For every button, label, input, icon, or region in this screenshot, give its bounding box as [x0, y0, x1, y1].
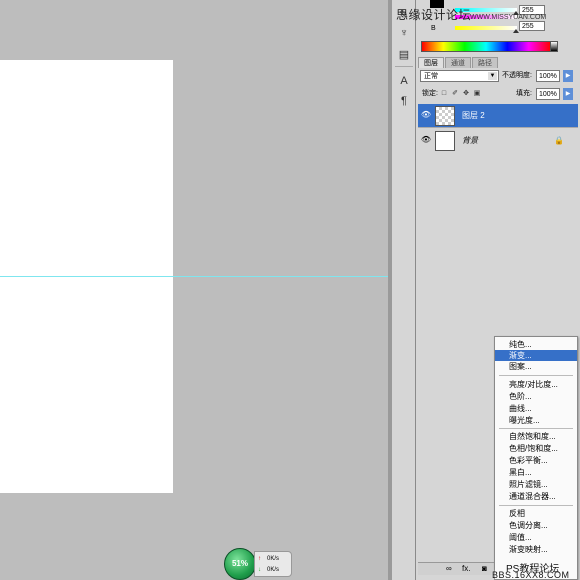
tab-channels[interactable]: 通道 — [445, 57, 471, 68]
lock-all-icon[interactable]: ▣ — [473, 90, 481, 98]
fill-arrow-button[interactable]: ▶ — [563, 88, 573, 100]
chevron-down-icon[interactable]: ▼ — [488, 72, 497, 80]
color-slider-b[interactable] — [455, 25, 519, 33]
opacity-input[interactable]: 100% — [536, 70, 560, 82]
network-speed-panel: ↑ 0K/s ↓ 0K/s — [254, 551, 292, 577]
tab-paths[interactable]: 路径 — [472, 57, 498, 68]
lock-pixels-icon[interactable]: ✐ — [451, 90, 459, 98]
download-speed: 0K/s — [267, 567, 280, 573]
upload-arrow-icon: ↑ — [258, 556, 261, 562]
menu-item[interactable]: 反相 — [495, 508, 577, 519]
slider-track — [455, 26, 517, 30]
lock-position-icon[interactable]: ✥ — [462, 90, 470, 98]
lock-options: □ ✐ ✥ ▣ — [440, 90, 481, 98]
add-mask-icon[interactable]: ◙ — [482, 563, 487, 575]
blend-mode-value: 正常 — [424, 73, 438, 80]
opacity-arrow-button[interactable]: ▶ — [563, 70, 573, 82]
document-canvas-area[interactable] — [0, 0, 388, 580]
eye-icon[interactable]: 👁 — [420, 109, 432, 121]
network-speed-widget[interactable]: 51% ↑ 0K/s ↓ 0K/s — [224, 548, 294, 580]
menu-separator — [499, 428, 573, 429]
panel-icon-strip: ✎ ♆ ▤ A ¶ — [392, 0, 416, 580]
menu-item[interactable]: 阈值... — [495, 532, 577, 543]
menu-item[interactable]: 曝光度... — [495, 415, 577, 426]
layer-name: 图层 2 — [462, 111, 485, 120]
forum-watermark-url: BBS.16XX8.COM — [492, 570, 570, 580]
menu-item[interactable]: 照片滤镜... — [495, 479, 577, 490]
blend-opacity-row: 正常 ▼ 不透明度: 100% ▶ — [418, 69, 578, 83]
menu-item[interactable]: 图案... — [495, 361, 577, 372]
lock-icon: 🔒 — [554, 136, 564, 145]
tool-presets-icon[interactable]: ▤ — [396, 48, 412, 62]
menu-item[interactable]: 黑白... — [495, 467, 577, 478]
color-value-b[interactable]: 255 — [519, 21, 545, 31]
layer-thumbnail — [435, 106, 455, 126]
site-watermark: 思缘设计论坛 — [396, 8, 472, 22]
layer-row-background[interactable]: 👁 背景 🔒 — [418, 129, 578, 153]
download-arrow-icon: ↓ — [258, 567, 261, 573]
horizontal-guide[interactable] — [0, 276, 388, 277]
menu-item[interactable]: 曲线... — [495, 403, 577, 414]
menu-separator — [499, 505, 573, 506]
paragraph-panel-icon[interactable]: ¶ — [396, 94, 412, 108]
menu-item[interactable]: 亮度/对比度... — [495, 379, 577, 390]
lock-label: 锁定: — [422, 90, 438, 97]
layer-row-2[interactable]: 👁 图层 2 — [418, 104, 578, 128]
lock-fill-row: 锁定: □ ✐ ✥ ▣ 填充: 100% ▶ — [418, 87, 578, 101]
character-panel-icon[interactable]: A — [396, 74, 412, 88]
fx-icon[interactable]: fx. — [462, 563, 470, 575]
menu-item[interactable]: 自然饱和度... — [495, 431, 577, 442]
menu-item[interactable]: 渐变... — [495, 350, 577, 361]
color-channel-b-label: B — [431, 25, 436, 32]
menu-item[interactable]: 渐变映射... — [495, 544, 577, 555]
opacity-label: 不透明度: — [502, 72, 532, 79]
menu-item[interactable]: 色彩平衡... — [495, 455, 577, 466]
menu-separator — [499, 375, 573, 376]
menu-item[interactable]: 色相/饱和度... — [495, 443, 577, 454]
layer-thumbnail — [435, 131, 455, 151]
upload-speed: 0K/s — [267, 556, 280, 562]
color-spectrum-bar[interactable] — [421, 41, 551, 52]
eye-icon[interactable]: 👁 — [420, 134, 432, 146]
strip-separator — [395, 66, 413, 67]
lock-transparency-icon[interactable]: □ — [440, 90, 448, 98]
adjustment-layer-menu: 纯色... 渐变... 图案... 亮度/对比度... 色阶... 曲线... … — [494, 336, 578, 580]
link-layers-icon[interactable]: ∞ — [446, 563, 452, 575]
clone-source-icon[interactable]: ♆ — [396, 26, 412, 40]
layers-panel-tabs: 图层 通道 路径 — [418, 57, 499, 68]
fill-input[interactable]: 100% — [536, 88, 560, 100]
network-percent-ball[interactable]: 51% — [224, 548, 256, 580]
fill-label: 填充: — [516, 90, 532, 97]
tab-layers[interactable]: 图层 — [418, 57, 444, 68]
layer-name: 背景 — [462, 136, 478, 145]
menu-item[interactable]: 纯色... — [495, 339, 577, 350]
menu-item[interactable]: 色阶... — [495, 391, 577, 402]
black-white-ramp[interactable] — [550, 41, 558, 52]
menu-item[interactable]: 色调分离... — [495, 520, 577, 531]
menu-item[interactable]: 通道混合器... — [495, 491, 577, 502]
blend-mode-select[interactable]: 正常 ▼ — [420, 70, 499, 82]
site-watermark-url: WWW.MISSYUAN.COM — [470, 14, 547, 21]
